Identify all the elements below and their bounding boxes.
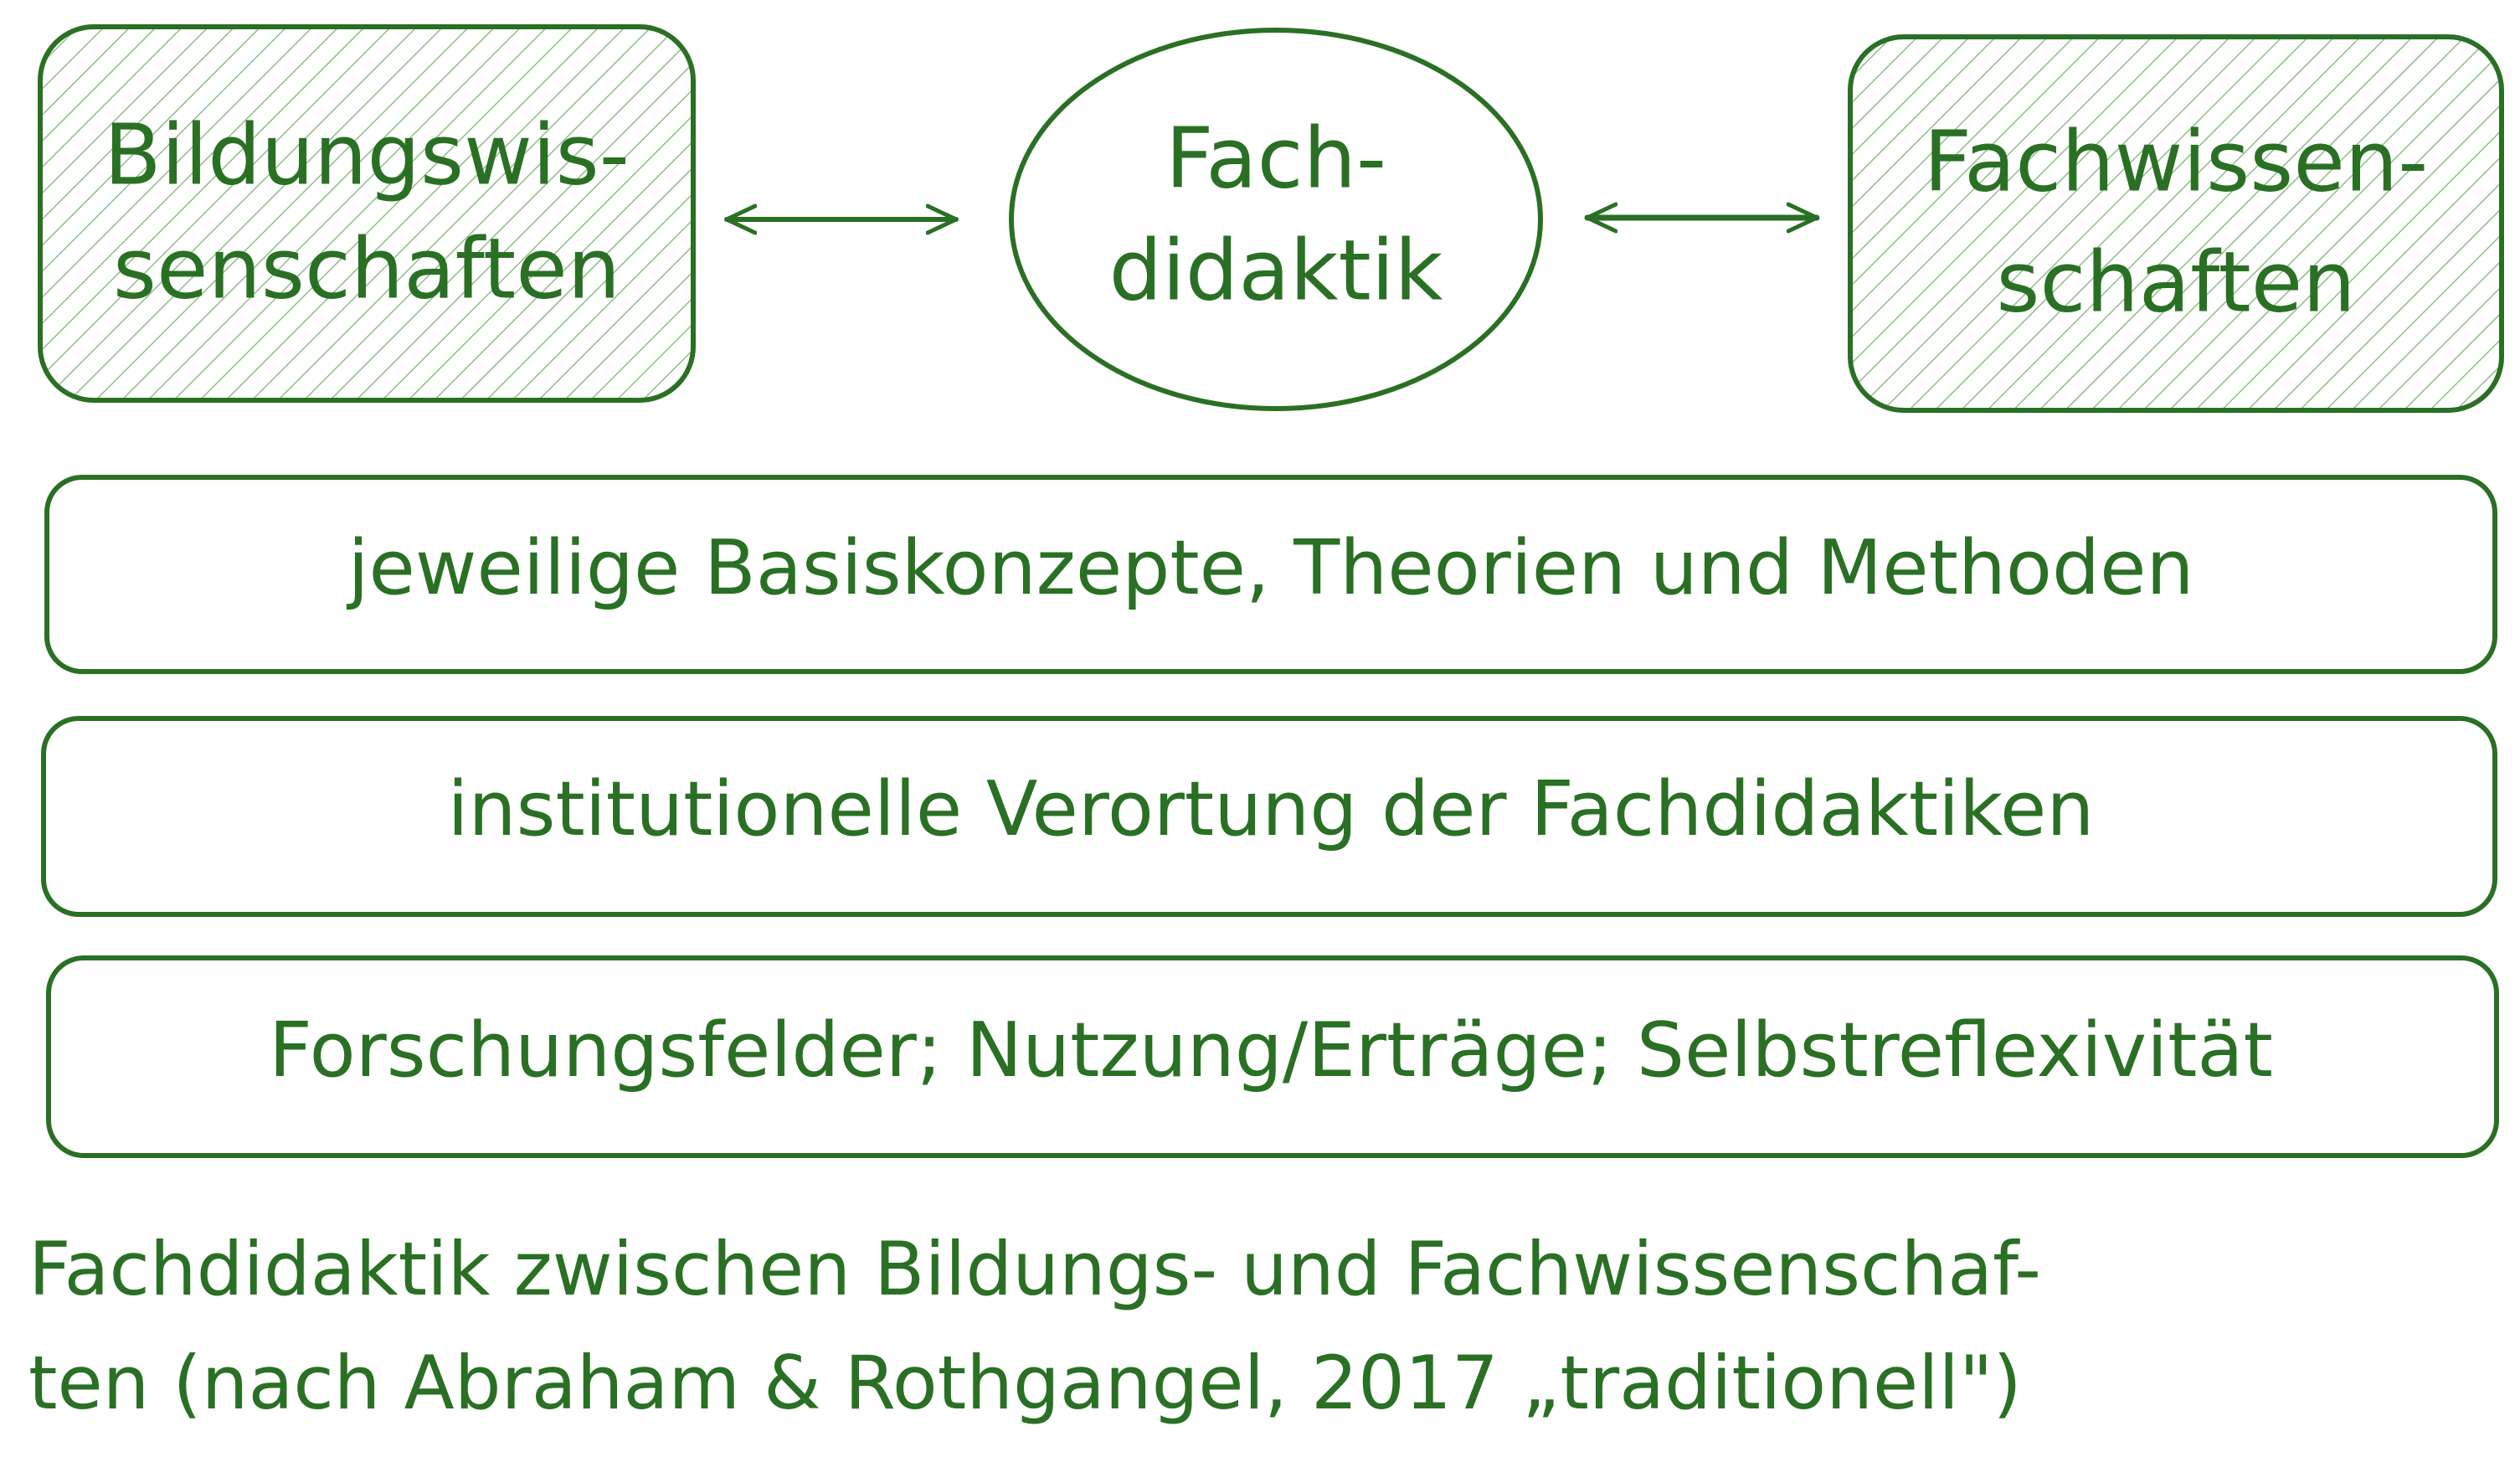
figure-caption: Fachdidaktik zwischen Bildungs- und Fach…	[28, 1212, 2490, 1440]
layer-forschungsfelder: Forschungsfelder; Nutzung/Erträge; Selbs…	[46, 955, 2499, 1158]
node-center-line2: didaktik	[1109, 221, 1443, 319]
node-fachdidaktik: Fach- didaktik	[1009, 28, 1543, 411]
layer-3-text: Forschungsfelder; Nutzung/Erträge; Selbs…	[269, 1007, 2273, 1094]
layer-1-text: jeweilige Basiskonzepte, Theorien und Me…	[346, 524, 2193, 612]
node-left-line2: senschaften	[113, 219, 620, 317]
node-left-line1: Bildungswis-	[104, 106, 630, 203]
node-bildungswissenschaften: Bildungswis- senschaften	[38, 24, 696, 403]
layer-institutionelle-verortung: institutionelle Verortung der Fachdidakt…	[41, 716, 2497, 917]
node-fachwissenschaften: Fachwissen- schaften	[1848, 34, 2504, 413]
layer-2-text: institutionelle Verortung der Fachdidakt…	[448, 765, 2095, 853]
node-right-line1: Fachwissen-	[1924, 112, 2429, 210]
node-center-line1: Fach-	[1165, 109, 1386, 207]
node-right-line2: schaften	[1996, 233, 2355, 331]
caption-line1: Fachdidaktik zwischen Bildungs- und Fach…	[28, 1226, 2042, 1312]
caption-line2: ten (nach Abraham & Rothgangel, 2017 „tr…	[28, 1340, 2022, 1426]
layer-basiskonzepte: jeweilige Basiskonzepte, Theorien und Me…	[44, 475, 2497, 674]
